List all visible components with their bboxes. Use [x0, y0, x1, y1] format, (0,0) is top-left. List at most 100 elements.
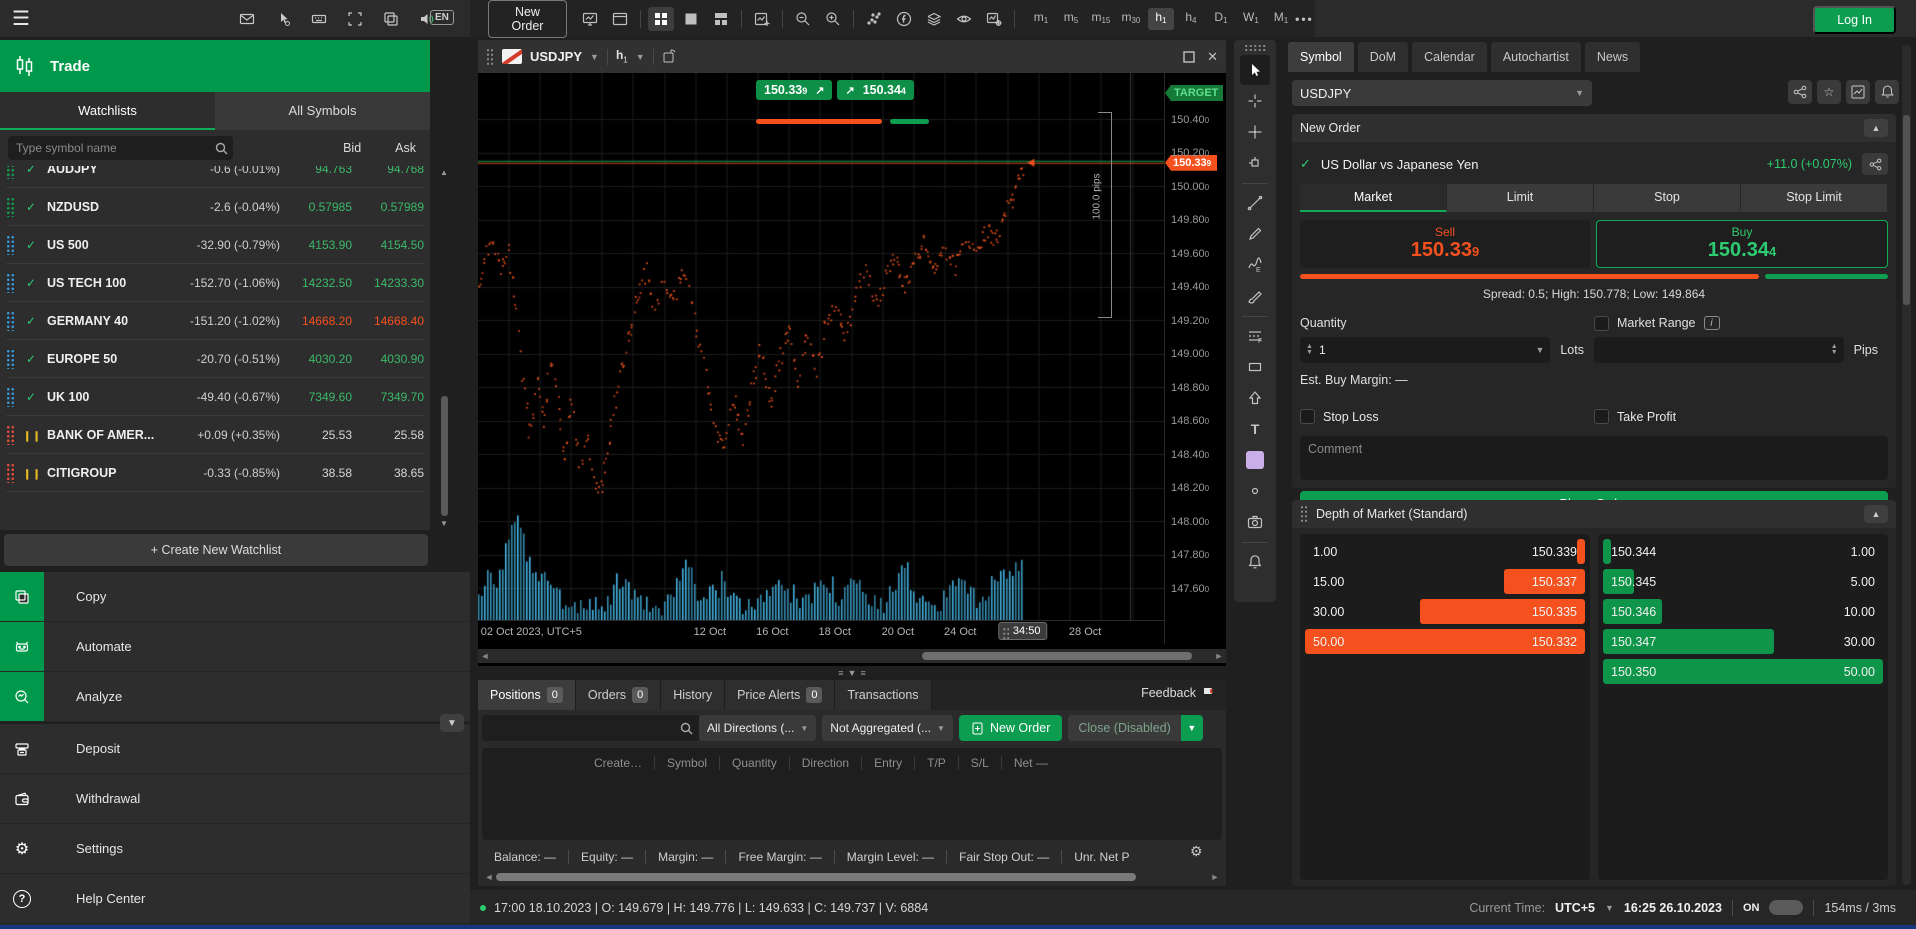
- watchlist-row[interactable]: ✓EUROPE 50-20.70 (-0.51%)4030.204030.90: [6, 344, 424, 378]
- drag-handle-icon[interactable]: [6, 349, 15, 369]
- split-icon[interactable]: [708, 7, 734, 31]
- order-type-stop[interactable]: Stop: [1594, 184, 1741, 212]
- dom-ask-row[interactable]: 150.34610.00: [1603, 599, 1883, 624]
- menu-item-analyze[interactable]: Analyze: [0, 672, 470, 722]
- column-header[interactable]: Quantity: [719, 756, 789, 770]
- share-icon[interactable]: [1862, 153, 1888, 175]
- menu-item-settings[interactable]: ⚙Settings: [0, 824, 470, 874]
- eye-icon[interactable]: [951, 7, 977, 31]
- pane-icon[interactable]: [678, 7, 704, 31]
- dom-ask-row[interactable]: 150.3455.00: [1603, 569, 1883, 594]
- detach-chart-icon[interactable]: [662, 49, 677, 64]
- f-circle-icon[interactable]: [891, 7, 917, 31]
- timeframe-M1[interactable]: M1: [1268, 8, 1294, 30]
- collapse-panel-icon[interactable]: ▲: [1864, 119, 1888, 137]
- bell-icon[interactable]: [1240, 547, 1270, 577]
- indicator-e-icon[interactable]: E: [1240, 250, 1270, 280]
- dom-drag-handle[interactable]: [1300, 505, 1308, 523]
- cursor-icon[interactable]: [1240, 55, 1270, 85]
- menu-item-withdrawal[interactable]: Withdrawal: [0, 774, 470, 824]
- dom-ask-row[interactable]: 150.34730.00: [1603, 629, 1883, 654]
- close-options-chevron[interactable]: ▼: [1181, 715, 1203, 741]
- watchlist-row[interactable]: ✓US TECH 100-152.70 (-1.06%)14232.501423…: [6, 268, 424, 302]
- maximize-chart-icon[interactable]: [1183, 51, 1195, 63]
- timeframe-dropdown-chevron-icon[interactable]: ▼: [636, 52, 645, 62]
- timeframe-m5[interactable]: m5: [1058, 8, 1084, 30]
- timeframe-m1[interactable]: m1: [1028, 8, 1054, 30]
- menu-item-copy[interactable]: Copy: [0, 572, 470, 622]
- chart-drag-handle[interactable]: [486, 48, 494, 66]
- chart-gear-icon[interactable]: [981, 7, 1007, 31]
- zoom-out-icon[interactable]: [790, 7, 816, 31]
- language-badge[interactable]: EN: [430, 10, 454, 25]
- watchlist-row[interactable]: ✓US 500-32.90 (-0.79%)4153.904154.50: [6, 230, 424, 264]
- chart-timeframe[interactable]: h1: [616, 48, 628, 64]
- menu-item-help-center[interactable]: ?Help Center: [0, 874, 470, 924]
- menu-item-automate[interactable]: Automate: [0, 622, 470, 672]
- menu-item-deposit[interactable]: Deposit: [0, 724, 470, 774]
- chart-h-scrollbar[interactable]: ◄ ►: [478, 649, 1226, 663]
- drag-handle-icon[interactable]: [6, 166, 15, 179]
- color-swatch-icon[interactable]: [1240, 445, 1270, 475]
- quantity-stepper[interactable]: ▲▼ 1 ▼: [1300, 337, 1550, 363]
- zoom-in-icon[interactable]: [820, 7, 846, 31]
- share-icon[interactable]: [1788, 80, 1812, 104]
- tab-news[interactable]: News: [1585, 42, 1640, 72]
- order-type-limit[interactable]: Limit: [1447, 184, 1594, 212]
- grid4-icon[interactable]: [648, 7, 674, 31]
- market-range-checkbox[interactable]: [1594, 316, 1609, 331]
- dom-bid-row[interactable]: 50.00150.332: [1305, 629, 1585, 654]
- crosshair-icon[interactable]: [1240, 86, 1270, 116]
- dom-bid-row[interactable]: 30.00150.335: [1305, 599, 1585, 624]
- stop-loss-checkbox[interactable]: [1300, 409, 1315, 424]
- login-button[interactable]: Log In: [1813, 6, 1896, 34]
- order-type-market[interactable]: Market: [1300, 184, 1447, 212]
- quicktrade-buy-badge[interactable]: ↗150.344: [837, 80, 913, 100]
- chart-plot-area[interactable]: 150.339↗ ↗150.344 100.0 pips: [478, 73, 1164, 620]
- column-header[interactable]: Direction: [789, 756, 861, 770]
- create-watchlist-button[interactable]: + Create New Watchlist: [4, 534, 428, 566]
- tab-all-symbols[interactable]: All Symbols: [215, 92, 430, 130]
- symbol-dropdown-chevron-icon[interactable]: ▼: [590, 52, 599, 62]
- menu-collapse-chevron[interactable]: ▼: [440, 714, 464, 732]
- timezone-select[interactable]: UTC+5: [1555, 901, 1595, 915]
- tab-transactions[interactable]: Transactions: [835, 680, 931, 710]
- layers-icon[interactable]: [921, 7, 947, 31]
- arrow-shape-icon[interactable]: [1240, 383, 1270, 413]
- drag-handle-icon[interactable]: [6, 235, 15, 255]
- drag-handle-icon[interactable]: [6, 387, 15, 407]
- column-header[interactable]: Entry: [861, 756, 914, 770]
- alert-bell-icon[interactable]: [1875, 80, 1899, 104]
- timeframe-h4[interactable]: h4: [1178, 8, 1204, 30]
- close-chart-icon[interactable]: ✕: [1207, 49, 1218, 65]
- crosshair-dot-icon[interactable]: [1240, 117, 1270, 147]
- tab-positions[interactable]: Positions0: [478, 680, 576, 710]
- chart-icon[interactable]: [1846, 80, 1870, 104]
- candle-countdown-tooltip[interactable]: 34:50: [998, 622, 1048, 640]
- toolbar-drag-handle[interactable]: [1244, 44, 1266, 51]
- symbol-search-input[interactable]: [8, 136, 233, 160]
- tab-history[interactable]: History: [661, 680, 725, 710]
- direction-filter-dropdown[interactable]: All Directions (...▼: [699, 715, 816, 741]
- layout-icon[interactable]: [607, 7, 633, 31]
- square-target-icon[interactable]: [1240, 148, 1270, 178]
- column-header[interactable]: Create…: [582, 756, 654, 770]
- comment-input[interactable]: [1300, 436, 1888, 480]
- target-price-badge[interactable]: TARGET: [1165, 85, 1223, 101]
- drag-handle-icon[interactable]: [6, 197, 15, 217]
- column-header[interactable]: Symbol: [654, 756, 719, 770]
- timeframe-m15[interactable]: m15: [1088, 8, 1114, 30]
- info-icon[interactable]: i: [1704, 316, 1720, 330]
- watchlist-row[interactable]: ✓UK 100-49.40 (-0.67%)7349.607349.70: [6, 382, 424, 416]
- fibonacci-icon[interactable]: F: [1240, 321, 1270, 351]
- tab-symbol[interactable]: Symbol: [1288, 42, 1354, 72]
- buy-button[interactable]: Buy 150.344: [1596, 220, 1888, 268]
- feedback-link[interactable]: Feedback: [1141, 686, 1216, 700]
- market-range-pips-stepper[interactable]: ▲▼: [1594, 337, 1844, 363]
- drag-handle-icon[interactable]: [6, 463, 15, 483]
- trendline-icon[interactable]: [1240, 188, 1270, 218]
- quicktrade-sell-badge[interactable]: 150.339↗: [756, 80, 832, 100]
- fullscreen-icon[interactable]: [344, 8, 366, 30]
- watchlist-row[interactable]: ✓NZDUSD-2.6 (-0.04%)0.579850.57989: [6, 192, 424, 226]
- more-timeframes-icon[interactable]: •••: [1294, 7, 1315, 31]
